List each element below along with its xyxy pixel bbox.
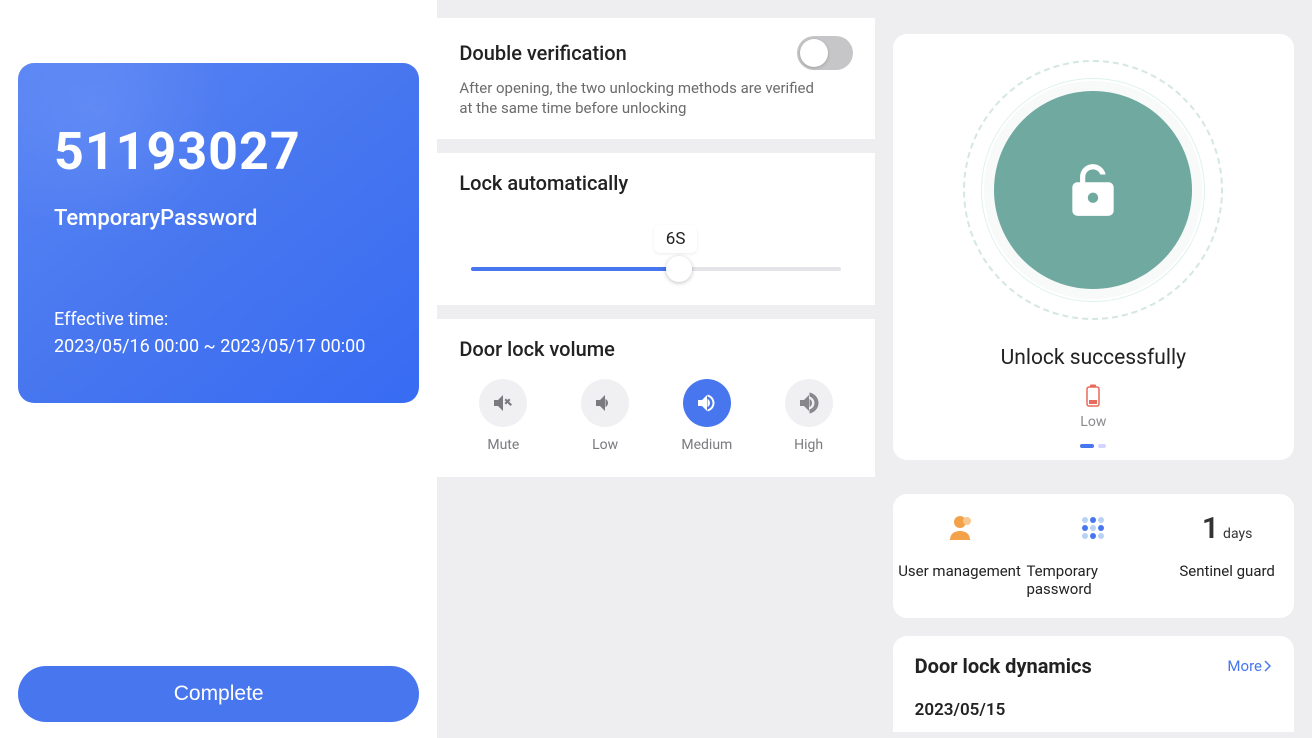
double-verification-section: Double verification After opening, the t…: [437, 18, 874, 139]
double-verification-subtitle: After opening, the two unlocking methods…: [459, 78, 819, 119]
door-lock-dynamics-card: Door lock dynamics More 2023/05/15: [893, 636, 1294, 732]
page-indicator: [1080, 444, 1106, 448]
user-management-label: User management: [898, 562, 1021, 580]
dynamics-title: Door lock dynamics: [915, 654, 1092, 678]
lock-auto-slider[interactable]: 6S: [459, 225, 852, 285]
shortcuts-card: User management Temporary password 1days…: [893, 494, 1294, 618]
double-verification-toggle[interactable]: [797, 36, 853, 70]
battery-low-icon: [1084, 384, 1102, 408]
temporary-password-button[interactable]: Temporary password: [1026, 512, 1160, 598]
sentinel-guard-label: Sentinel guard: [1179, 562, 1275, 580]
volume-low[interactable]: Low: [565, 379, 645, 453]
volume-high[interactable]: High: [769, 379, 849, 453]
volume-mute[interactable]: Mute: [463, 379, 543, 453]
slider-fill: [471, 267, 679, 271]
toggle-knob: [800, 39, 828, 67]
lock-auto-title: Lock automatically: [459, 171, 852, 195]
unlock-status-card: Unlock successfully Low: [893, 34, 1294, 460]
slider-thumb[interactable]: [666, 256, 692, 282]
keypad-icon: [1077, 512, 1109, 544]
mute-icon: [479, 379, 527, 427]
sentinel-days: 1days: [1202, 512, 1252, 544]
unlock-status-text: Unlock successfully: [1001, 346, 1186, 370]
lock-auto-value: 6S: [654, 225, 698, 253]
complete-button[interactable]: Complete: [18, 666, 419, 722]
chevron-right-icon: [1264, 660, 1272, 672]
sentinel-guard-button[interactable]: 1days Sentinel guard: [1160, 512, 1294, 598]
user-management-button[interactable]: User management: [893, 512, 1027, 598]
lock-automatically-section: Lock automatically 6S: [437, 153, 874, 305]
unlock-hero[interactable]: [959, 56, 1227, 324]
temp-password-label: Temporary password: [1026, 562, 1160, 598]
battery-label: Low: [1080, 414, 1106, 430]
high-volume-icon: [785, 379, 833, 427]
effective-time-range: 2023/05/16 00:00 ~ 2023/05/17 00:00: [54, 336, 383, 357]
effective-time-label: Effective time:: [54, 309, 383, 330]
user-icon: [944, 512, 976, 544]
volume-low-label: Low: [592, 437, 618, 453]
temp-password-card: 51193027 TemporaryPassword Effective tim…: [18, 63, 419, 403]
volume-medium-label: Medium: [681, 437, 732, 453]
medium-volume-icon: [683, 379, 731, 427]
double-verification-title: Double verification: [459, 41, 626, 65]
password-number: 51193027: [54, 121, 383, 182]
low-volume-icon: [581, 379, 629, 427]
volume-medium[interactable]: Medium: [667, 379, 747, 453]
volume-title: Door lock volume: [459, 337, 852, 361]
volume-mute-label: Mute: [487, 437, 519, 453]
door-lock-volume-section: Door lock volume Mute Low: [437, 319, 874, 477]
password-label: TemporaryPassword: [54, 206, 383, 231]
dynamics-more-button[interactable]: More: [1227, 657, 1272, 675]
dynamics-date: 2023/05/15: [915, 700, 1272, 720]
volume-high-label: High: [794, 437, 823, 453]
